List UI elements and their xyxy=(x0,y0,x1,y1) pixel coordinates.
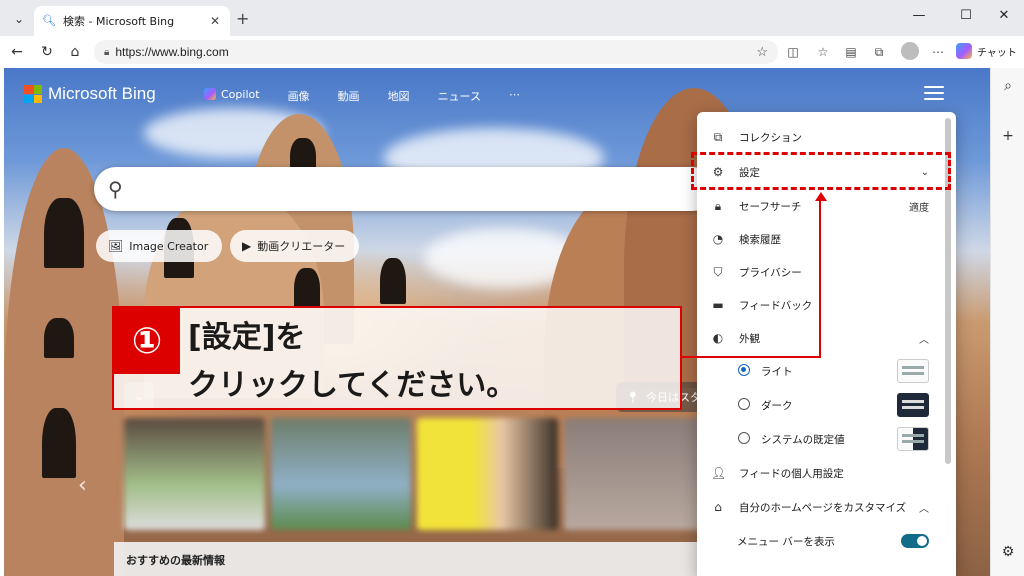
appearance-dark-option[interactable]: ダーク xyxy=(697,388,943,422)
tab-bing-search[interactable]: 🔍︎ 検索 - Microsoft Bing ✕ xyxy=(34,6,230,36)
search-icon: ⚲ xyxy=(108,177,123,201)
close-window-button[interactable]: ✕ xyxy=(991,8,1017,23)
menu-item-show-menubar[interactable]: メニュー バーを表示 xyxy=(697,524,943,558)
news-card[interactable] xyxy=(563,418,704,530)
background-door xyxy=(44,198,84,268)
tab-actions-menu-button[interactable]: ⌄ xyxy=(8,8,30,30)
bing-logo[interactable]: Microsoft Bing xyxy=(24,84,156,104)
background-door xyxy=(44,318,74,358)
annotation-connector-vertical xyxy=(819,200,821,358)
search-favicon-icon: 🔍︎ xyxy=(42,14,56,27)
home-icon: ⌂ xyxy=(714,500,722,514)
news-card[interactable] xyxy=(124,418,265,530)
nav-maps[interactable]: 地図 xyxy=(388,88,410,104)
bing-logo-text: Microsoft Bing xyxy=(48,84,156,103)
minimize-button[interactable]: — xyxy=(906,8,932,23)
collections-icon: ⧉ xyxy=(713,129,723,144)
background-door xyxy=(380,258,406,304)
news-card[interactable] xyxy=(417,418,558,530)
background-door xyxy=(42,408,76,478)
chat-label: チャット xyxy=(977,47,1017,59)
tab-title: 検索 - Microsoft Bing xyxy=(63,15,175,28)
annotation-connector-horizontal xyxy=(682,356,821,358)
instruction-line-1: [設定]を xyxy=(188,320,306,355)
safesearch-value: 適度 xyxy=(909,202,929,214)
chevron-up-icon: ︿ xyxy=(919,334,929,346)
profile-avatar[interactable] xyxy=(901,42,919,60)
nav-images[interactable]: 画像 xyxy=(288,88,310,104)
microsoft-logo-icon xyxy=(24,85,42,103)
radio-on-icon[interactable] xyxy=(737,363,751,379)
favorites-icon[interactable]: ☆ xyxy=(814,44,832,60)
person-icon: 👤︎ xyxy=(711,466,727,480)
close-tab-icon[interactable]: ✕ xyxy=(208,14,222,28)
copilot-icon xyxy=(204,88,216,100)
new-tab-button[interactable]: + xyxy=(236,9,249,28)
hamburger-menu-icon[interactable] xyxy=(924,86,944,102)
carousel-prev-icon[interactable]: ‹ xyxy=(78,473,87,498)
radio-off-icon[interactable] xyxy=(737,397,751,413)
nav-copilot[interactable]: Copilot xyxy=(204,88,260,104)
image-creator-button[interactable]: 🖼︎ Image Creator xyxy=(96,230,223,262)
title-bar: ⌄ 🔍︎ 検索 - Microsoft Bing ✕ + — ☐ ✕ xyxy=(0,0,1024,36)
appearance-light-option[interactable]: ライト xyxy=(697,354,943,388)
edge-sidebar: ⌕ + ⚙ xyxy=(990,68,1024,576)
clock-icon: ◔ xyxy=(712,232,724,246)
lock-icon[interactable]: 🔒︎ xyxy=(104,47,109,58)
lock-icon: 🔒︎ xyxy=(714,198,722,213)
feedback-icon: ▬ xyxy=(712,298,724,312)
news-card[interactable] xyxy=(270,418,411,530)
radio-off-icon[interactable] xyxy=(737,431,751,447)
menu-item-feed-personalization[interactable]: 👤︎ フィードの個人用設定 xyxy=(697,456,943,490)
show-menubar-toggle[interactable] xyxy=(901,534,929,548)
settings-highlight-box xyxy=(691,152,951,190)
video-creator-button[interactable]: ▶ 動画クリエーター xyxy=(230,230,360,262)
url-text: https://www.bing.com xyxy=(115,45,229,59)
split-screen-icon[interactable]: ◫ xyxy=(784,44,802,60)
sidebar-add-icon[interactable]: + xyxy=(999,128,1017,146)
step-number: ① xyxy=(114,308,180,374)
video-creator-label: 動画クリエーター xyxy=(257,240,346,253)
home-button[interactable]: ⌂ xyxy=(64,42,86,62)
menu-item-collections[interactable]: ⧉ コレクション xyxy=(697,120,943,154)
address-toolbar: ← ↻ ⌂ 🔒︎ https://www.bing.com ☆ ◫ ☆ ▤ ⧉ … xyxy=(0,36,1024,68)
copilot-icon xyxy=(956,43,972,59)
more-options-icon[interactable]: ⋯ xyxy=(929,44,947,60)
menu-item-customize-homepage[interactable]: ⌂ 自分のホームページをカスタマイズ ︿ xyxy=(697,490,943,524)
background-door xyxy=(294,268,320,308)
instruction-line-2: クリックしてください。 xyxy=(188,368,517,403)
chevron-up-icon: ︿ xyxy=(919,503,929,515)
light-theme-preview xyxy=(897,359,929,383)
collections-icon[interactable]: ▤ xyxy=(842,44,860,60)
bing-nav: Copilot 画像 動画 地図 ニュース ⋯ xyxy=(204,88,520,104)
screenshot-icon[interactable]: ⧉ xyxy=(870,44,888,60)
address-bar[interactable]: 🔒︎ https://www.bing.com ☆ xyxy=(94,40,778,64)
search-input[interactable]: ⚲ xyxy=(94,167,714,211)
dark-theme-preview xyxy=(897,393,929,417)
back-button[interactable]: ← xyxy=(6,42,28,62)
favorite-star-icon[interactable]: ☆ xyxy=(756,44,768,60)
instruction-callout: ① [設定]を クリックしてください。 xyxy=(112,306,682,410)
image-icon: 🖼︎ xyxy=(108,239,124,253)
chat-button[interactable]: チャット xyxy=(956,40,1017,62)
maximize-button[interactable]: ☐ xyxy=(953,8,979,23)
nav-more[interactable]: ⋯ xyxy=(509,88,520,104)
news-card-row xyxy=(124,418,704,530)
news-heading: おすすめの最新情報 xyxy=(114,542,714,576)
refresh-button[interactable]: ↻ xyxy=(36,42,58,62)
sidebar-search-icon[interactable]: ⌕ xyxy=(999,78,1017,96)
nav-videos[interactable]: 動画 xyxy=(338,88,360,104)
video-icon: ▶ xyxy=(242,239,252,253)
nav-news[interactable]: ニュース xyxy=(438,88,481,104)
sidebar-settings-icon[interactable]: ⚙ xyxy=(999,544,1017,562)
annotation-arrow-head xyxy=(815,192,827,201)
shield-icon: ⛉ xyxy=(713,264,723,279)
image-creator-label: Image Creator xyxy=(129,239,209,253)
contrast-icon: ◐ xyxy=(712,331,724,345)
appearance-system-option[interactable]: システムの既定値 xyxy=(697,422,943,456)
system-theme-preview xyxy=(897,427,929,451)
